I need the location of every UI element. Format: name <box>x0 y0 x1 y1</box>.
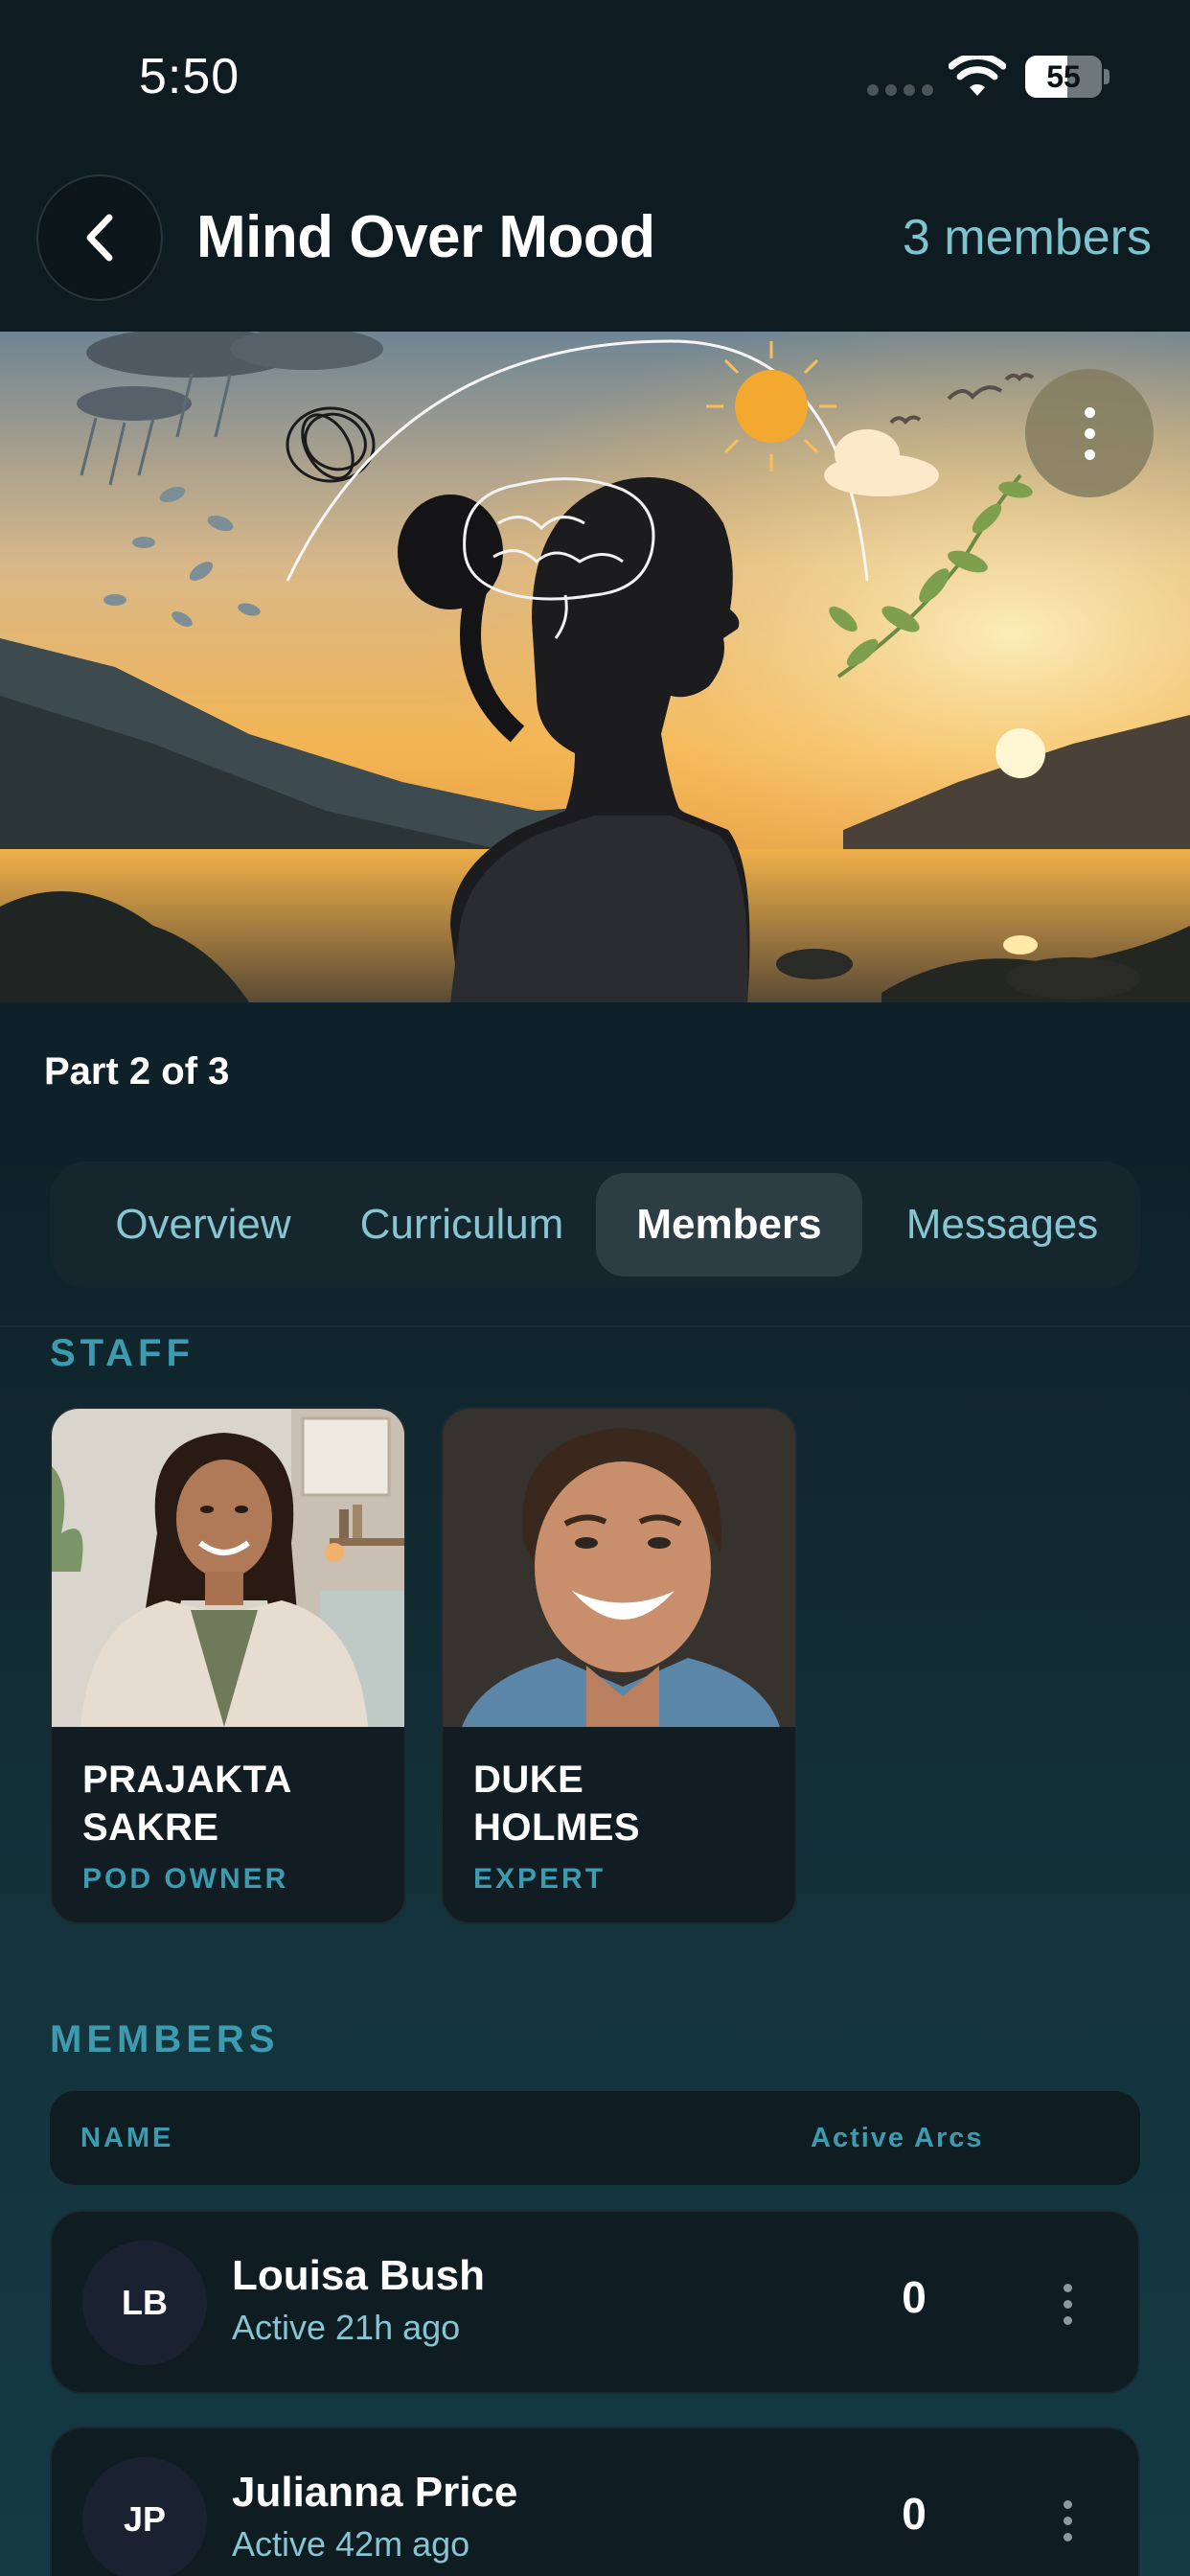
member-status: Active 21h ago <box>232 2308 461 2347</box>
tab-members[interactable]: Members <box>596 1173 862 1276</box>
back-button[interactable] <box>36 174 163 301</box>
staff-photo <box>443 1409 795 1727</box>
page-title: Mind Over Mood <box>196 204 655 270</box>
vertical-dots-icon <box>1063 2283 1072 2292</box>
tab-bar: Overview Curriculum Members Messages <box>50 1162 1140 1288</box>
header: Mind Over Mood 3 members <box>0 153 1190 332</box>
table-row[interactable]: LB Louisa Bush Active 21h ago 0 <box>50 2210 1140 2394</box>
member-active-arcs: 0 <box>902 2489 927 2539</box>
staff-photo <box>52 1409 404 1727</box>
table-row[interactable]: JP Julianna Price Active 42m ago 0 <box>50 2426 1140 2576</box>
battery-level: 55 <box>1046 59 1081 94</box>
avatar: JP <box>82 2457 207 2576</box>
member-name: Louisa Bush <box>232 2252 486 2299</box>
row-more-button[interactable] <box>1048 2492 1087 2549</box>
tab-messages[interactable]: Messages <box>887 1173 1117 1276</box>
hero-image <box>0 332 1190 1002</box>
tab-curriculum[interactable]: Curriculum <box>342 1173 582 1276</box>
avatar: LB <box>82 2241 207 2365</box>
row-more-button[interactable] <box>1048 2275 1087 2333</box>
part-progress: Part 2 of 3 <box>44 1050 230 1092</box>
vertical-dots-icon <box>1063 2499 1072 2509</box>
staff-section-title: STAFF <box>50 1332 195 1374</box>
member-count-link[interactable]: 3 members <box>903 209 1152 266</box>
status-time: 5:50 <box>139 49 240 104</box>
staff-role: EXPERT <box>473 1863 606 1895</box>
staff-card[interactable]: PRAJAKTA SAKRE POD OWNER <box>50 1407 406 1924</box>
column-header-name: NAME <box>80 2123 174 2153</box>
vertical-dots-icon <box>1084 406 1095 418</box>
staff-card[interactable]: DUKE HOLMES EXPERT <box>441 1407 797 1924</box>
screen: 5:50 55 Mind Over Mood 3 members Part 2 … <box>0 0 1190 2576</box>
members-table-header: NAME Active Arcs <box>50 2091 1140 2185</box>
wifi-icon <box>949 56 1006 96</box>
divider <box>0 1325 1190 1327</box>
status-bar: 5:50 55 <box>0 0 1190 153</box>
tab-overview[interactable]: Overview <box>98 1173 309 1276</box>
member-status: Active 42m ago <box>232 2524 470 2564</box>
staff-first-name: DUKE <box>473 1759 584 1801</box>
staff-last-name: SAKRE <box>82 1806 219 1849</box>
member-name: Julianna Price <box>232 2469 518 2516</box>
signal-dots-icon <box>867 84 933 96</box>
members-section-title: MEMBERS <box>50 2018 280 2060</box>
staff-name: DUKE HOLMES <box>473 1756 770 1852</box>
battery-icon: 55 <box>1025 56 1110 98</box>
chevron-left-icon <box>86 214 113 262</box>
staff-role: POD OWNER <box>82 1863 289 1895</box>
column-header-active-arcs: Active Arcs <box>811 2123 984 2153</box>
member-active-arcs: 0 <box>902 2272 927 2322</box>
staff-name: PRAJAKTA SAKRE <box>82 1756 379 1852</box>
hero-more-button[interactable] <box>1025 369 1154 497</box>
staff-first-name: PRAJAKTA <box>82 1759 292 1801</box>
staff-last-name: HOLMES <box>473 1806 641 1849</box>
